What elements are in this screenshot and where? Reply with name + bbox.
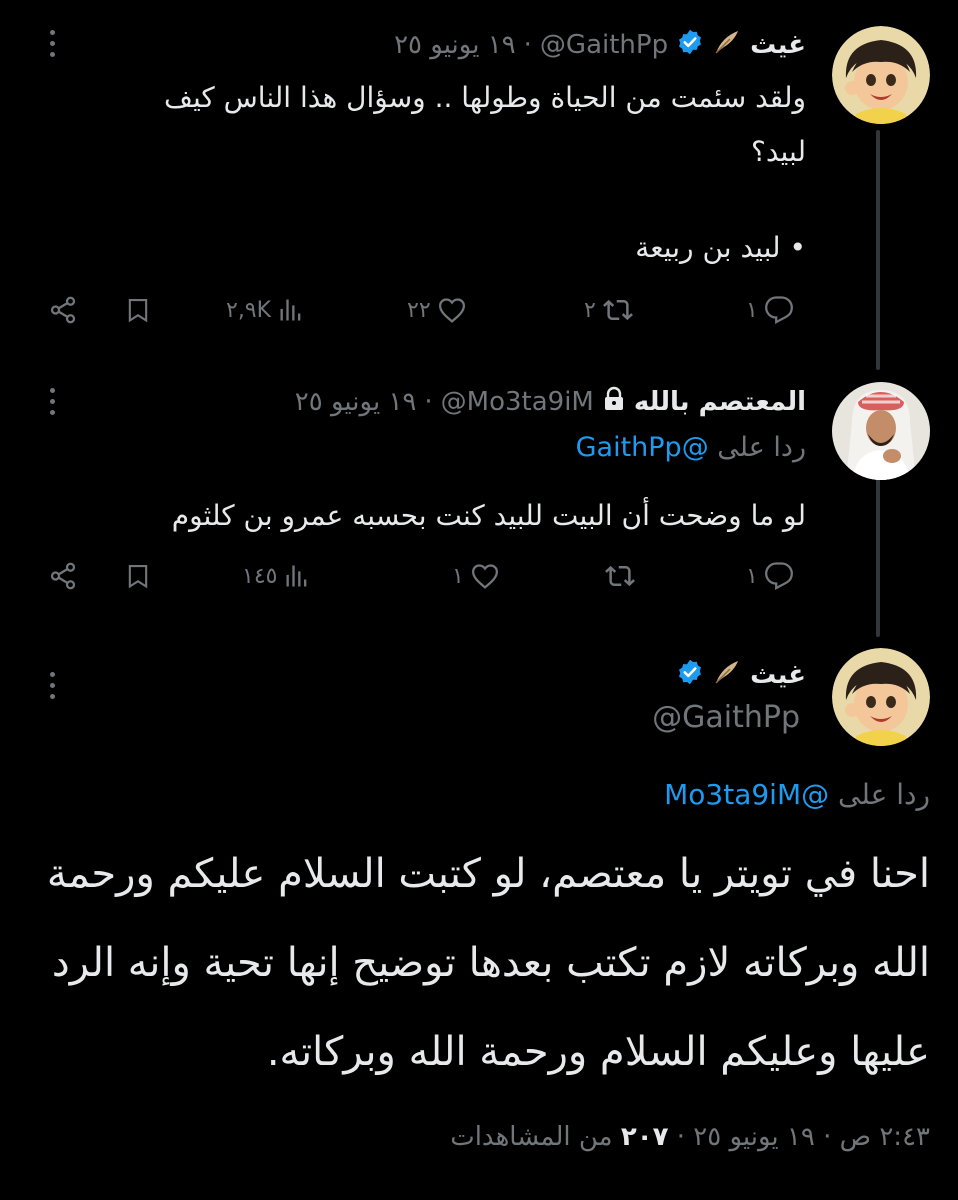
handle[interactable]: @GaithPp (652, 700, 800, 735)
post-date[interactable]: ١٩ يونيو ٢٥ (693, 1122, 815, 1152)
verified-badge-icon (676, 28, 704, 63)
like-button[interactable]: ٢٢ (407, 290, 467, 330)
more-icon[interactable] (46, 30, 58, 57)
like-icon (437, 295, 467, 325)
reply-mention-link[interactable]: @Mo3ta9iM (664, 778, 829, 811)
post-time[interactable]: ٢:٤٣ ص (840, 1122, 930, 1152)
tweet-header: غيث (676, 655, 806, 695)
reply-icon (764, 561, 794, 591)
reply-prefix: ردا على (838, 778, 930, 811)
reply-count: ١ (746, 297, 758, 323)
views-count: ٢٠٧ (620, 1122, 669, 1152)
thread-connector (876, 477, 880, 637)
retweet-count: ٢ (584, 297, 596, 323)
bookmark-icon (124, 295, 152, 325)
separator-dot: · (523, 30, 532, 60)
tweet-actions: ١ ٢ ٢٢ ٢,٩K (40, 290, 808, 330)
tweet-text-line: عليها وعليكم السلام ورحمة الله وبركاته. (266, 1029, 930, 1075)
retweet-icon (602, 295, 634, 325)
tweet-text-line: لبيد؟ (751, 135, 806, 168)
display-name[interactable]: غيث (750, 660, 806, 690)
tweet-text-line: احنا في تويتر يا معتصم، لو كتبت السلام ع… (46, 851, 930, 897)
reply-button[interactable]: ١ (746, 290, 794, 330)
reply-button[interactable]: ١ (746, 556, 794, 596)
timestamp[interactable]: ١٩ يونيو ٢٥ (394, 30, 516, 60)
avatar[interactable] (832, 648, 930, 746)
separator-dot: · (676, 1122, 685, 1152)
share-button[interactable] (48, 290, 78, 330)
bookmark-button[interactable] (124, 556, 152, 596)
views-icon (283, 561, 311, 591)
tweet-header: غيث @GaithPp · ١٩ يونيو ٢٥ (394, 25, 806, 65)
share-button[interactable] (48, 556, 78, 596)
avatar[interactable] (832, 26, 930, 124)
retweet-button[interactable] (598, 556, 636, 596)
handle[interactable]: @Mo3ta9iM (441, 387, 594, 417)
views-label: من المشاهدات (450, 1122, 613, 1152)
share-icon (48, 561, 78, 591)
separator-dot: · (823, 1122, 832, 1152)
verified-badge-icon (676, 658, 704, 693)
thread-connector (876, 130, 880, 370)
views-button[interactable]: ٢,٩K (226, 290, 305, 330)
more-icon[interactable] (46, 672, 58, 699)
views-button[interactable]: ١٤٥ (242, 556, 311, 596)
share-icon (48, 295, 78, 325)
display-name[interactable]: المعتصم بالله (634, 387, 806, 417)
tweet-text-line: • لبيد بن ربيعة (635, 231, 806, 264)
avatar[interactable] (832, 382, 930, 480)
reply-prefix: ردا على (717, 432, 806, 463)
lock-icon (602, 386, 626, 419)
tweet-header: المعتصم بالله @Mo3ta9iM · ١٩ يونيو ٢٥ (295, 382, 806, 422)
reply-context: ردا على @Mo3ta9iM (664, 778, 930, 811)
feather-icon (712, 657, 742, 694)
retweet-button[interactable]: ٢ (584, 290, 634, 330)
like-button[interactable]: ١ (452, 556, 500, 596)
bookmark-icon (124, 561, 152, 591)
feather-icon (712, 27, 742, 64)
like-count: ١ (452, 563, 464, 589)
separator-dot: · (424, 387, 433, 417)
reply-context: ردا على @GaithPp (576, 432, 806, 463)
views-count: ١٤٥ (242, 563, 278, 589)
display-name[interactable]: غيث (750, 30, 806, 60)
handle[interactable]: @GaithPp (540, 30, 668, 60)
tweet-actions: ١ ١ ١٤٥ (40, 556, 808, 596)
retweet-icon (604, 561, 636, 591)
tweet-text-line: الله وبركاته لازم تكتب بعدها توضيح إنها … (51, 940, 930, 986)
views-count: ٢,٩K (226, 297, 272, 323)
reply-icon (764, 295, 794, 325)
tweet-meta: ٢:٤٣ ص · ١٩ يونيو ٢٥ · ٢٠٧ من المشاهدات (450, 1122, 930, 1152)
bookmark-button[interactable] (124, 290, 152, 330)
reply-count: ١ (746, 563, 758, 589)
timestamp[interactable]: ١٩ يونيو ٢٥ (295, 387, 417, 417)
tweet-text-line: ولقد سئمت من الحياة وطولها .. وسؤال هذا … (163, 81, 806, 114)
more-icon[interactable] (46, 388, 58, 415)
like-count: ٢٢ (407, 297, 431, 323)
tweet-text-line: لو ما وضحت أن البيت للبيد كنت بحسبه عمرو… (171, 499, 806, 532)
like-icon (470, 561, 500, 591)
reply-mention-link[interactable]: @GaithPp (576, 432, 709, 463)
views-icon (277, 295, 305, 325)
